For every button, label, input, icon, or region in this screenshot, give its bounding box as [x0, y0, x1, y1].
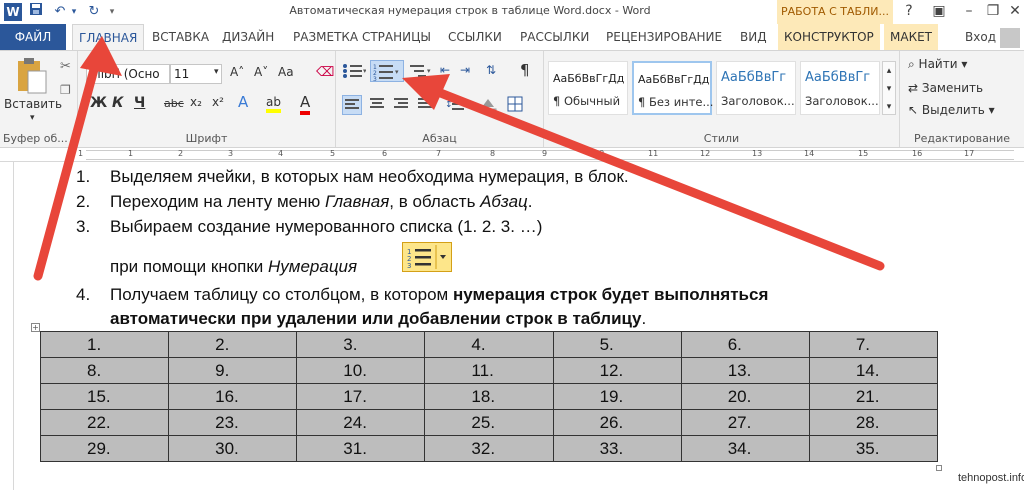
- arrow-to-home-tab: [33, 36, 122, 281]
- annotation-arrows: [33, 36, 885, 281]
- word-window: W ↶ ▾ ↻ ▾ Автоматическая нумерация строк…: [0, 0, 1024, 490]
- arrow-to-numbering-button: [402, 74, 885, 271]
